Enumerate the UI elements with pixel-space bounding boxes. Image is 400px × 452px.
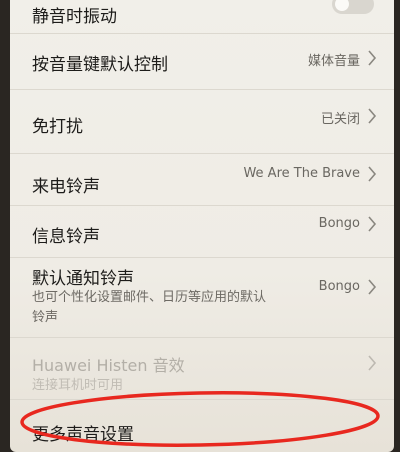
highlight-oval — [20, 391, 380, 447]
histen-label: Huawei Histen 音效 — [32, 356, 185, 375]
notification-tone-desc-line1: 也可个性化设置邮件、日历等应用的默认 — [32, 290, 267, 305]
chevron-right-icon — [368, 50, 377, 66]
ringtone-value: We Are The Brave — [243, 166, 360, 181]
row-volume-key[interactable]: 按音量键默认控制 媒体音量 — [10, 34, 394, 90]
notification-tone-value: Bongo — [318, 279, 360, 294]
row-notification-tone[interactable]: 默认通知铃声 也可个性化设置邮件、日历等应用的默认 铃声 Bongo — [10, 258, 394, 338]
row-ringtone[interactable]: 来电铃声 We Are The Brave — [10, 154, 394, 206]
notification-tone-desc-line2: 铃声 — [32, 310, 59, 325]
dnd-value: 已关闭 — [320, 112, 360, 127]
message-tone-value: Bongo — [318, 216, 360, 231]
row-dnd[interactable]: 免打扰 已关闭 — [10, 90, 394, 154]
chevron-right-icon — [368, 108, 377, 124]
volume-key-value: 媒体音量 — [307, 54, 360, 69]
settings-screen: 静音时振动 按音量键默认控制 媒体音量 免打扰 已关闭 来电铃声 We Are … — [10, 0, 394, 452]
row-vibrate-silent[interactable]: 静音时振动 — [10, 0, 394, 34]
vibrate-silent-toggle[interactable] — [332, 0, 374, 14]
message-tone-label: 信息铃声 — [32, 227, 100, 247]
ringtone-label: 来电铃声 — [32, 177, 100, 197]
vibrate-silent-label: 静音时振动 — [32, 7, 117, 27]
chevron-right-icon — [368, 166, 377, 182]
volume-key-label: 按音量键默认控制 — [32, 55, 168, 75]
toggle-knob — [335, 0, 349, 11]
row-message-tone[interactable]: 信息铃声 Bongo — [10, 206, 394, 258]
chevron-right-icon — [368, 216, 377, 232]
chevron-right-icon — [368, 355, 377, 371]
notification-tone-label: 默认通知铃声 — [32, 269, 134, 289]
dnd-label: 免打扰 — [32, 117, 83, 137]
chevron-right-icon — [368, 279, 377, 295]
